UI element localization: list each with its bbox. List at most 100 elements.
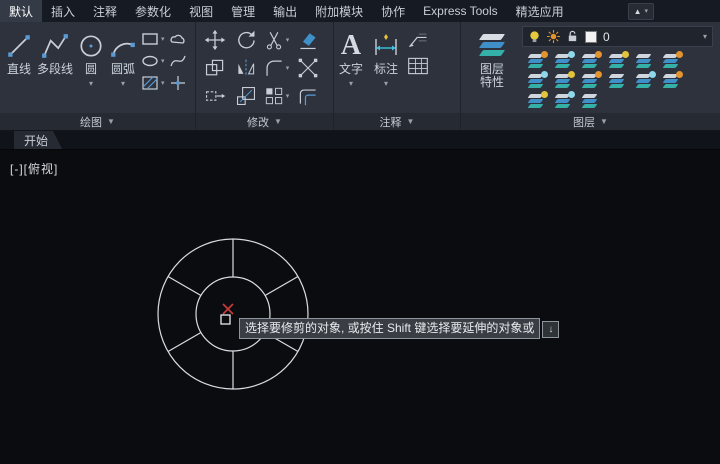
chevron-down-icon: ▾ (161, 79, 165, 87)
fillet-button[interactable]: ▾ (262, 57, 292, 79)
menu-tab-11[interactable]: 精选应用 (507, 0, 573, 22)
ribbon-collapse-button[interactable]: ▲ ▾ (628, 3, 654, 20)
panel-draw: 直线 多段线 圆 ▾ (0, 22, 196, 130)
text-label: 文字 (339, 63, 363, 76)
circle-button[interactable]: 圆 ▾ (75, 24, 107, 113)
layer-tool-sun-icon[interactable] (661, 73, 681, 89)
menu-tabs: 默认插入注释参数化视图管理输出附加模块协作Express Tools精选应用 (0, 0, 573, 22)
arc-button[interactable]: 圆弧 ▾ (107, 24, 139, 113)
layer-properties-button[interactable]: 图层 特性 (464, 24, 520, 113)
down-arrow-icon: ↓ (548, 324, 553, 335)
layer-tool-lock-icon[interactable] (607, 53, 627, 69)
layer-tool-plain-icon[interactable] (634, 53, 654, 69)
text-button[interactable]: A 文字 ▾ (337, 24, 365, 113)
menu-tab-2[interactable]: 插入 (42, 0, 84, 22)
layer-tool-plain-icon[interactable] (607, 73, 627, 89)
panel-expand-icon: ▼ (407, 117, 415, 126)
menu-tab-1[interactable]: 默认 (0, 0, 42, 22)
layer-tool-snow-icon[interactable] (553, 93, 573, 109)
menu-tab-3[interactable]: 注释 (84, 0, 126, 22)
fillet-icon (264, 58, 284, 78)
file-tab-start[interactable]: 开始 (14, 131, 62, 149)
panel-expand-icon: ▼ (600, 117, 608, 126)
mirror-button[interactable] (235, 57, 257, 79)
arc-label: 圆弧 (111, 63, 135, 76)
panel-layers: 图层 特性 0 ▾ 图层 (461, 22, 720, 130)
line-button[interactable]: 直线 (3, 24, 35, 113)
layer-properties-icon (476, 29, 508, 63)
rectangle-button[interactable]: ▾ (139, 28, 167, 50)
current-layer-name: 0 (603, 30, 610, 44)
rectangle-icon (141, 30, 159, 48)
panel-expand-icon: ▼ (107, 117, 115, 126)
menu-tab-10[interactable]: Express Tools (414, 0, 506, 22)
point-button[interactable] (167, 72, 189, 94)
layer-tool-sun-icon[interactable] (661, 53, 681, 69)
panel-modify: ▾ ▾ ▾ 修改 ▼ (196, 22, 334, 130)
layer-dropdown[interactable]: 0 ▾ (522, 26, 713, 47)
panel-label-layers[interactable]: 图层 ▼ (461, 113, 720, 130)
explode-button[interactable] (297, 57, 319, 79)
panel-label-draw[interactable]: 绘图 ▼ (0, 113, 195, 130)
trim-button[interactable]: ▾ (262, 29, 292, 51)
viewport-controls[interactable]: [-][俯视] (10, 160, 58, 177)
drawing-area[interactable]: [-][俯视] 选择要修剪的对象, 或按住 Shift 键选择要延伸的对象或 ↓ (0, 150, 720, 462)
command-tooltip-wrap: 选择要修剪的对象, 或按住 Shift 键选择要延伸的对象或 ↓ (239, 318, 559, 339)
autocad-window: 默认插入注释参数化视图管理输出附加模块协作Express Tools精选应用 ▲… (0, 0, 720, 462)
erase-button[interactable] (297, 29, 319, 51)
menu-tab-9[interactable]: 协作 (372, 0, 414, 22)
scale-button[interactable] (235, 85, 257, 107)
chevron-down-icon: ▾ (349, 77, 353, 90)
menu-tab-5[interactable]: 视图 (180, 0, 222, 22)
ellipse-button[interactable]: ▾ (139, 50, 167, 72)
dimension-label: 标注 (374, 63, 398, 76)
layer-tool-sun-icon[interactable] (526, 53, 546, 69)
chevron-down-icon: ▾ (384, 77, 388, 90)
layer-tool-plain-icon[interactable] (580, 93, 600, 109)
layer-color-swatch (585, 31, 597, 43)
chevron-down-icon: ▾ (121, 77, 125, 90)
chevron-down-icon: ▾ (286, 36, 290, 44)
hatch-button[interactable]: ▾ (139, 72, 167, 94)
menu-tab-6[interactable]: 管理 (222, 0, 264, 22)
panel-label-modify[interactable]: 修改 ▼ (196, 113, 333, 130)
polyline-icon (41, 29, 69, 63)
copy-button[interactable] (204, 57, 226, 79)
move-button[interactable] (204, 29, 226, 51)
polyline-button[interactable]: 多段线 (35, 24, 75, 113)
rotate-button[interactable] (235, 29, 257, 51)
collapse-icon: ▲ (634, 7, 642, 16)
layer-tool-sun-icon[interactable] (580, 73, 600, 89)
menu-tab-8[interactable]: 附加模块 (306, 0, 372, 22)
revision-cloud-button[interactable] (167, 28, 189, 50)
line-icon (5, 29, 33, 63)
layer-tool-snow-icon[interactable] (634, 73, 654, 89)
leader-button[interactable] (407, 30, 429, 50)
dynamic-input-arrow-icon[interactable]: ↓ (542, 321, 559, 338)
dimension-button[interactable]: 标注 ▾ (369, 24, 403, 113)
panel-label-annotate[interactable]: 注释 ▼ (334, 113, 460, 130)
spline-button[interactable] (167, 50, 189, 72)
trim-icon (264, 30, 284, 50)
move-icon (204, 29, 226, 51)
dimension-icon (371, 29, 401, 63)
table-button[interactable] (407, 56, 429, 76)
layer-tool-lock-icon[interactable] (553, 73, 573, 89)
array-icon (264, 86, 284, 106)
arc-icon (109, 29, 137, 63)
layer-tool-snow-icon[interactable] (526, 73, 546, 89)
menu-bar: 默认插入注释参数化视图管理输出附加模块协作Express Tools精选应用 ▲… (0, 0, 720, 22)
menu-tab-4[interactable]: 参数化 (126, 0, 180, 22)
array-button[interactable]: ▾ (262, 85, 292, 107)
chevron-down-icon: ▾ (286, 92, 290, 100)
stretch-button[interactable] (204, 85, 226, 107)
layer-tool-snow-icon[interactable] (553, 53, 573, 69)
layer-tool-sun-icon[interactable] (580, 53, 600, 69)
layer-tool-lock-icon[interactable] (526, 93, 546, 109)
offset-button[interactable] (297, 85, 319, 107)
ribbon: 直线 多段线 圆 ▾ (0, 22, 720, 131)
point-icon (169, 74, 187, 92)
line-label: 直线 (7, 63, 31, 76)
chevron-down-icon: ▾ (703, 32, 707, 41)
menu-tab-7[interactable]: 输出 (264, 0, 306, 22)
